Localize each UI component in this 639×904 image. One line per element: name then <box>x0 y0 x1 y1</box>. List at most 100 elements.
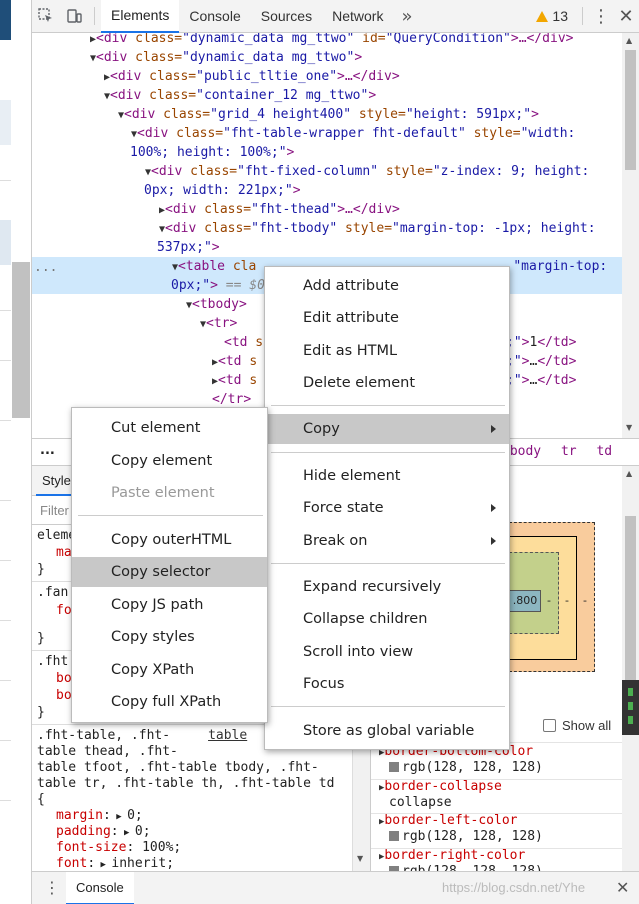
style-selector[interactable]: .fht <box>37 654 68 669</box>
tree-node[interactable]: ▼<div class="container_12 mg_ttwo"> <box>104 87 376 107</box>
copy-submenu: Cut element Copy element Paste element C… <box>71 407 268 723</box>
tree-node[interactable]: ▶<div class="public_tltie_one">…</div> <box>104 68 400 88</box>
scroll-down-arrow-icon[interactable]: ▼ <box>357 854 363 863</box>
style-selector[interactable]: .fan <box>37 585 68 600</box>
console-drawer: ⋮ Console https://blog.csdn.net/Yhe ✕ <box>32 871 639 904</box>
menu-item-edit-as-html[interactable]: Edit as HTML <box>265 336 509 366</box>
menu-separator <box>271 563 505 564</box>
style-property[interactable]: bo <box>56 688 72 703</box>
menu-item-force-state[interactable]: Force state <box>265 493 509 523</box>
style-selector[interactable]: table thead, .fht- <box>37 744 178 759</box>
drawer-tab-console[interactable]: Console <box>66 872 134 904</box>
tree-node-continuation[interactable]: 100%; height: 100%;"> <box>130 144 294 163</box>
style-property[interactable]: ma <box>56 545 72 560</box>
menu-item-delete-element[interactable]: Delete element <box>265 368 509 398</box>
page-divider <box>0 310 11 311</box>
computed-value: collapse <box>389 795 452 810</box>
box-model-padding-value[interactable]: - <box>547 594 551 607</box>
computed-property[interactable]: ▶border-left-color <box>379 813 517 828</box>
box-model-content[interactable]: .800 <box>509 590 541 612</box>
inspect-element-icon[interactable] <box>32 0 60 33</box>
submenu-item-cut-element[interactable]: Cut element <box>72 413 267 443</box>
style-declaration[interactable]: margin: ▶ 0; <box>56 808 143 823</box>
scroll-down-arrow-icon[interactable]: ▼ <box>626 423 632 432</box>
style-property[interactable]: fo <box>56 603 72 618</box>
customize-menu-icon[interactable]: ⋮ <box>589 6 613 27</box>
submenu-item-copy-xpath[interactable]: Copy XPath <box>72 655 267 685</box>
context-menu: Add attribute Edit attribute Edit as HTM… <box>264 266 510 750</box>
breadcrumb-overflow[interactable]: ... <box>40 443 55 458</box>
tree-node[interactable]: ▼<div class="dynamic_data mg_ttwo"> <box>90 49 362 69</box>
more-tabs-button[interactable]: » <box>393 6 420 27</box>
menu-item-add-attribute[interactable]: Add attribute <box>265 271 509 301</box>
submenu-item-copy-full-xpath[interactable]: Copy full XPath <box>72 687 267 717</box>
show-all-checkbox[interactable] <box>543 719 556 732</box>
tab-sources[interactable]: Sources <box>251 0 322 33</box>
tree-node[interactable]: ▼<div class="grid_4 height400" style="he… <box>118 106 539 126</box>
tree-node-continuation[interactable]: 0px;"> == $0 <box>171 277 265 296</box>
style-declaration[interactable]: padding: ▶ 0; <box>56 824 151 839</box>
style-property[interactable]: bo <box>56 671 72 686</box>
computed-property[interactable]: ▶border-right-color <box>379 848 525 863</box>
page-scrollbar[interactable] <box>12 262 30 418</box>
computed-value: rgb(128, 128, 128) <box>389 864 543 871</box>
color-swatch[interactable] <box>389 762 399 772</box>
computed-scrollbar[interactable]: ▲ <box>622 466 639 871</box>
scrollbar-thumb[interactable] <box>625 50 636 170</box>
drawer-menu-icon[interactable]: ⋮ <box>44 878 60 897</box>
style-selector[interactable]: table tr, .fht-table th, .fht-table td <box>37 776 334 791</box>
warnings-counter[interactable]: 13 <box>528 8 576 24</box>
tree-node[interactable]: ▶<td s <box>212 372 257 392</box>
tree-node[interactable]: ▶<div class="dynamic_data mg_ttwo" id="Q… <box>90 33 574 50</box>
menu-item-break-on[interactable]: Break on <box>265 526 509 556</box>
menu-item-copy[interactable]: Copy <box>265 414 509 444</box>
tree-node[interactable]: ▼<tr> <box>200 315 237 335</box>
color-swatch[interactable] <box>389 831 399 841</box>
style-declaration[interactable]: font: ▶ inherit; <box>56 856 174 871</box>
menu-item-hide-element[interactable]: Hide element <box>265 461 509 491</box>
tree-node-continuation[interactable]: 0px; width: 221px;"> <box>144 182 301 201</box>
box-model-border-value[interactable]: - <box>565 594 569 607</box>
computed-property[interactable]: ▶border-collapse <box>379 779 502 794</box>
stylesheet-link[interactable]: table <box>208 728 247 743</box>
menu-item-collapse-children[interactable]: Collapse children <box>265 604 509 634</box>
submenu-item-copy-styles[interactable]: Copy styles <box>72 622 267 652</box>
tab-console[interactable]: Console <box>179 0 250 33</box>
gutter-dots[interactable]: ... <box>34 259 57 278</box>
computed-value: rgb(128, 128, 128) <box>389 760 543 775</box>
scroll-up-arrow-icon[interactable]: ▲ <box>626 469 632 478</box>
tree-node-continuation[interactable]: 537px;"> <box>157 239 220 258</box>
menu-item-focus[interactable]: Focus <box>265 669 509 699</box>
menu-item-expand-recursively[interactable]: Expand recursively <box>265 572 509 602</box>
close-devtools-icon[interactable]: ✕ <box>613 6 639 27</box>
breadcrumb-item-td[interactable]: td <box>596 444 612 459</box>
box-model-margin-value[interactable]: - <box>583 594 587 607</box>
elements-scrollbar[interactable]: ▲ ▼ <box>622 33 639 438</box>
menu-item-edit-attribute[interactable]: Edit attribute <box>265 303 509 333</box>
show-all-toggle[interactable]: Show all <box>543 718 611 733</box>
tree-node[interactable]: ▼<tbody> <box>186 296 247 316</box>
submenu-item-copy-selector[interactable]: Copy selector <box>72 557 267 587</box>
style-selector[interactable]: table tfoot, .fht-table tbody, .fht- <box>37 760 319 775</box>
submenu-item-paste-element[interactable]: Paste element <box>72 478 267 508</box>
menu-item-store-as-global-variable[interactable]: Store as global variable <box>265 716 509 746</box>
submenu-item-copy-element[interactable]: Copy element <box>72 446 267 476</box>
tree-node[interactable]: ▼<div class="fht-table-wrapper fht-defau… <box>131 125 575 145</box>
menu-item-scroll-into-view[interactable]: Scroll into view <box>265 637 509 667</box>
style-declaration[interactable]: font-size: 100%; <box>56 840 181 855</box>
tree-node[interactable]: ▶<div class="fht-thead">…</div> <box>159 201 400 221</box>
tree-node[interactable]: ▼<div class="fht-fixed-column" style="z-… <box>145 163 589 183</box>
tab-elements[interactable]: Elements <box>101 0 180 33</box>
tree-node[interactable]: <td s <box>224 334 263 353</box>
tree-node[interactable]: ▶<td s <box>212 353 257 373</box>
close-drawer-icon[interactable]: ✕ <box>616 878 629 897</box>
scroll-up-arrow-icon[interactable]: ▲ <box>626 36 632 45</box>
submenu-item-copy-outerhtml[interactable]: Copy outerHTML <box>72 525 267 555</box>
tab-network[interactable]: Network <box>322 0 393 33</box>
style-selector[interactable]: .fht-table, .fht-table <box>37 728 247 743</box>
breadcrumb-item-tr[interactable]: tr <box>561 444 577 459</box>
tree-node[interactable]: ▼<div class="fht-tbody" style="margin-to… <box>159 220 596 240</box>
page-divider <box>0 620 11 621</box>
device-toolbar-icon[interactable] <box>60 0 88 33</box>
submenu-item-copy-js-path[interactable]: Copy JS path <box>72 590 267 620</box>
